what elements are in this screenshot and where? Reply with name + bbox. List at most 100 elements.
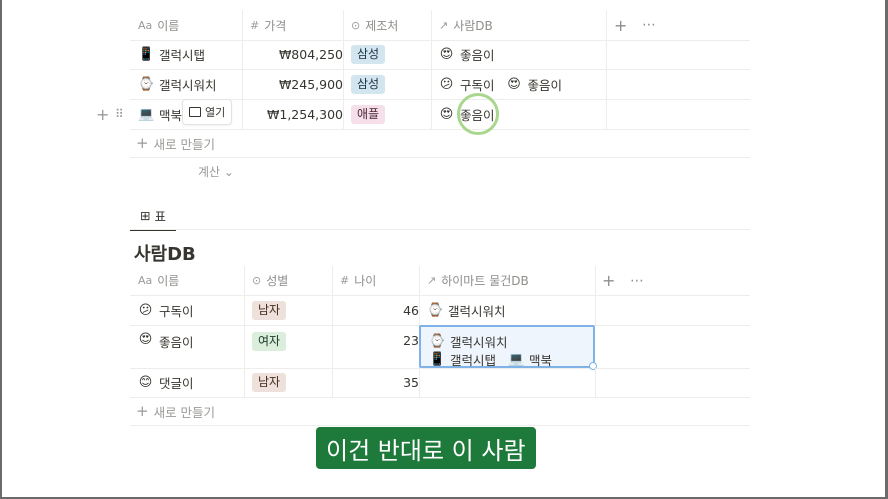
relation-cell[interactable]: 😕 구독이 😍 좋음이 [439, 69, 574, 99]
maker-tag: 삼성 [351, 74, 386, 94]
age-cell[interactable]: 46 [332, 295, 427, 325]
relation-arrow-icon: ↗ [439, 18, 449, 32]
column-header-label: 가격 [264, 18, 287, 33]
row-name[interactable]: 댓글이 [159, 373, 194, 392]
watch-icon: ⌚ [427, 302, 444, 318]
new-row-label: 새로 만들기 [153, 136, 216, 152]
column-header-label: 성별 [266, 274, 289, 288]
tab-divider [130, 229, 750, 230]
gender-cell[interactable]: 여자 [252, 325, 287, 368]
column-header-label: 제조처 [365, 18, 399, 33]
relation-arrow-icon: ↗ [427, 274, 437, 287]
maker-cell[interactable]: 삼성 [351, 40, 386, 69]
column-header-relation[interactable]: ↗ 사람DB [439, 10, 493, 40]
watch-icon: ⌚ [429, 334, 446, 349]
gender-cell[interactable]: 남자 [252, 295, 287, 325]
maker-cell[interactable]: 애플 [351, 99, 386, 129]
window-frame-left [0, 0, 2, 499]
row-name[interactable]: 갤럭시탭 [159, 45, 205, 64]
open-page-button[interactable]: 열기 [182, 99, 233, 125]
relation-cell[interactable]: 😍 좋음이 [439, 40, 507, 69]
tab-label: 표 [154, 209, 166, 224]
laptop-icon: 💻 [138, 106, 155, 122]
heart-eyes-icon: 😍 [507, 76, 521, 92]
open-page-icon [189, 107, 201, 117]
table-row[interactable]: ⌚ 갤럭시워치 ₩245,900 삼성 😕 구독이 😍 좋음이 [130, 69, 750, 100]
column-header-gender[interactable]: ⊙ 성별 [252, 266, 288, 295]
price-cell[interactable]: ₩245,900 [242, 69, 351, 99]
relation-cell-selected[interactable]: ⌚ 갤럭시워치 📱 갤럭시탭 💻 맥북 [419, 325, 597, 370]
tab-table-view[interactable]: ⊞ 표 [130, 202, 176, 231]
column-header-age[interactable]: # 나이 [340, 266, 376, 295]
calculate-button[interactable]: 계산 ⌄ [198, 160, 234, 182]
smile-icon: 😊 [138, 375, 153, 390]
column-header-maker[interactable]: ⊙ 제조처 [351, 10, 398, 40]
column-header-name[interactable]: Aa 이름 [138, 10, 179, 40]
select-type-icon: ⊙ [252, 274, 262, 287]
row-name[interactable]: 갤럭시워치 [159, 75, 217, 94]
table2-header-row: Aa 이름 ⊙ 성별 # 나이 ↗ 하이마트 물건DB + ⋯ [130, 266, 750, 296]
relation-label[interactable]: 좋음이 [528, 75, 563, 94]
add-row-handle[interactable]: + [96, 104, 109, 124]
relation-label[interactable]: 맥북 [529, 350, 552, 369]
plus-icon: + [136, 402, 149, 420]
table-row[interactable]: 😊 댓글이 남자 35 [130, 368, 750, 398]
new-row-button[interactable]: + 새로 만들기 [130, 129, 750, 158]
more-options-button[interactable]: ⋯ [630, 266, 644, 295]
gender-cell[interactable]: 남자 [252, 368, 287, 397]
number-type-icon: # [250, 18, 260, 32]
tablet-icon: 📱 [138, 47, 155, 62]
add-column-button[interactable]: + [602, 266, 615, 295]
relation-cell[interactable]: ⌚ 갤럭시워치 [427, 295, 518, 325]
relation-label[interactable]: 구독이 [460, 75, 495, 94]
select-type-icon: ⊙ [351, 18, 361, 32]
face-icon: 😕 [138, 302, 153, 318]
video-subtitle: 이건 반대로 이 사람 [316, 427, 536, 469]
more-options-button[interactable]: ⋯ [642, 10, 656, 40]
relation-label[interactable]: 갤럭시탭 [450, 350, 496, 369]
table-row[interactable]: 📱 갤럭시탭 ₩804,250 삼성 😍 좋음이 [130, 40, 750, 70]
relation-label[interactable]: 좋음이 [460, 45, 495, 64]
relation-label[interactable]: 갤럭시워치 [448, 301, 506, 320]
heart-eyes-icon: 😍 [138, 332, 153, 347]
maker-cell[interactable]: 삼성 [351, 69, 386, 99]
face-icon: 😕 [439, 76, 454, 92]
open-page-label: 열기 [205, 106, 226, 119]
column-header-label: 사람DB [453, 18, 493, 33]
row-name[interactable]: 맥북 [159, 105, 182, 124]
column-header-label: 나이 [354, 274, 377, 288]
plus-icon: + [136, 134, 149, 152]
relation-label[interactable]: 갤럭시워치 [450, 332, 508, 351]
drag-handle-icon[interactable]: ⠿ [115, 104, 124, 124]
age-cell[interactable]: 35 [332, 368, 427, 397]
gender-tag: 여자 [252, 332, 287, 351]
age-cell[interactable]: 23 [332, 325, 427, 368]
add-column-button[interactable]: + [614, 10, 627, 40]
heart-eyes-icon: 😍 [439, 106, 454, 122]
text-type-icon: Aa [138, 274, 153, 287]
gender-tag: 남자 [252, 373, 287, 392]
row-name[interactable]: 구독이 [159, 301, 194, 320]
column-header-relation[interactable]: ↗ 하이마트 물건DB [427, 266, 529, 295]
new-row-button[interactable]: + 새로 만들기 [130, 397, 750, 426]
tablet-icon: 📱 [429, 352, 446, 367]
row-name[interactable]: 좋음이 [159, 332, 194, 351]
heart-eyes-icon: 😍 [439, 47, 454, 62]
maker-tag: 애플 [351, 104, 386, 124]
column-header-price[interactable]: # 가격 [250, 10, 286, 40]
column-header-label: 하이마트 물건DB [441, 274, 529, 288]
table-row[interactable]: 😍 좋음이 여자 23 ⌚ 갤럭시워치 📱 갤럭시탭 💻 맥북 [130, 325, 750, 370]
column-header-label: 이름 [157, 274, 180, 288]
price-cell[interactable]: ₩804,250 [242, 40, 351, 69]
laptop-icon: 💻 [508, 352, 525, 367]
price-cell[interactable]: ₩1,254,300 [242, 99, 351, 129]
maker-tag: 삼성 [351, 45, 386, 64]
table1-header-row: Aa 이름 # 가격 ⊙ 제조처 ↗ 사람DB + ⋯ [130, 10, 750, 41]
database-title[interactable]: 사람DB [134, 240, 196, 266]
table-row[interactable]: 😕 구독이 남자 46 ⌚ 갤럭시워치 [130, 295, 750, 326]
column-header-name[interactable]: Aa 이름 [138, 266, 179, 295]
watch-icon: ⌚ [138, 76, 155, 92]
number-type-icon: # [340, 274, 350, 287]
gender-tag: 남자 [252, 300, 287, 320]
text-type-icon: Aa [138, 18, 153, 32]
